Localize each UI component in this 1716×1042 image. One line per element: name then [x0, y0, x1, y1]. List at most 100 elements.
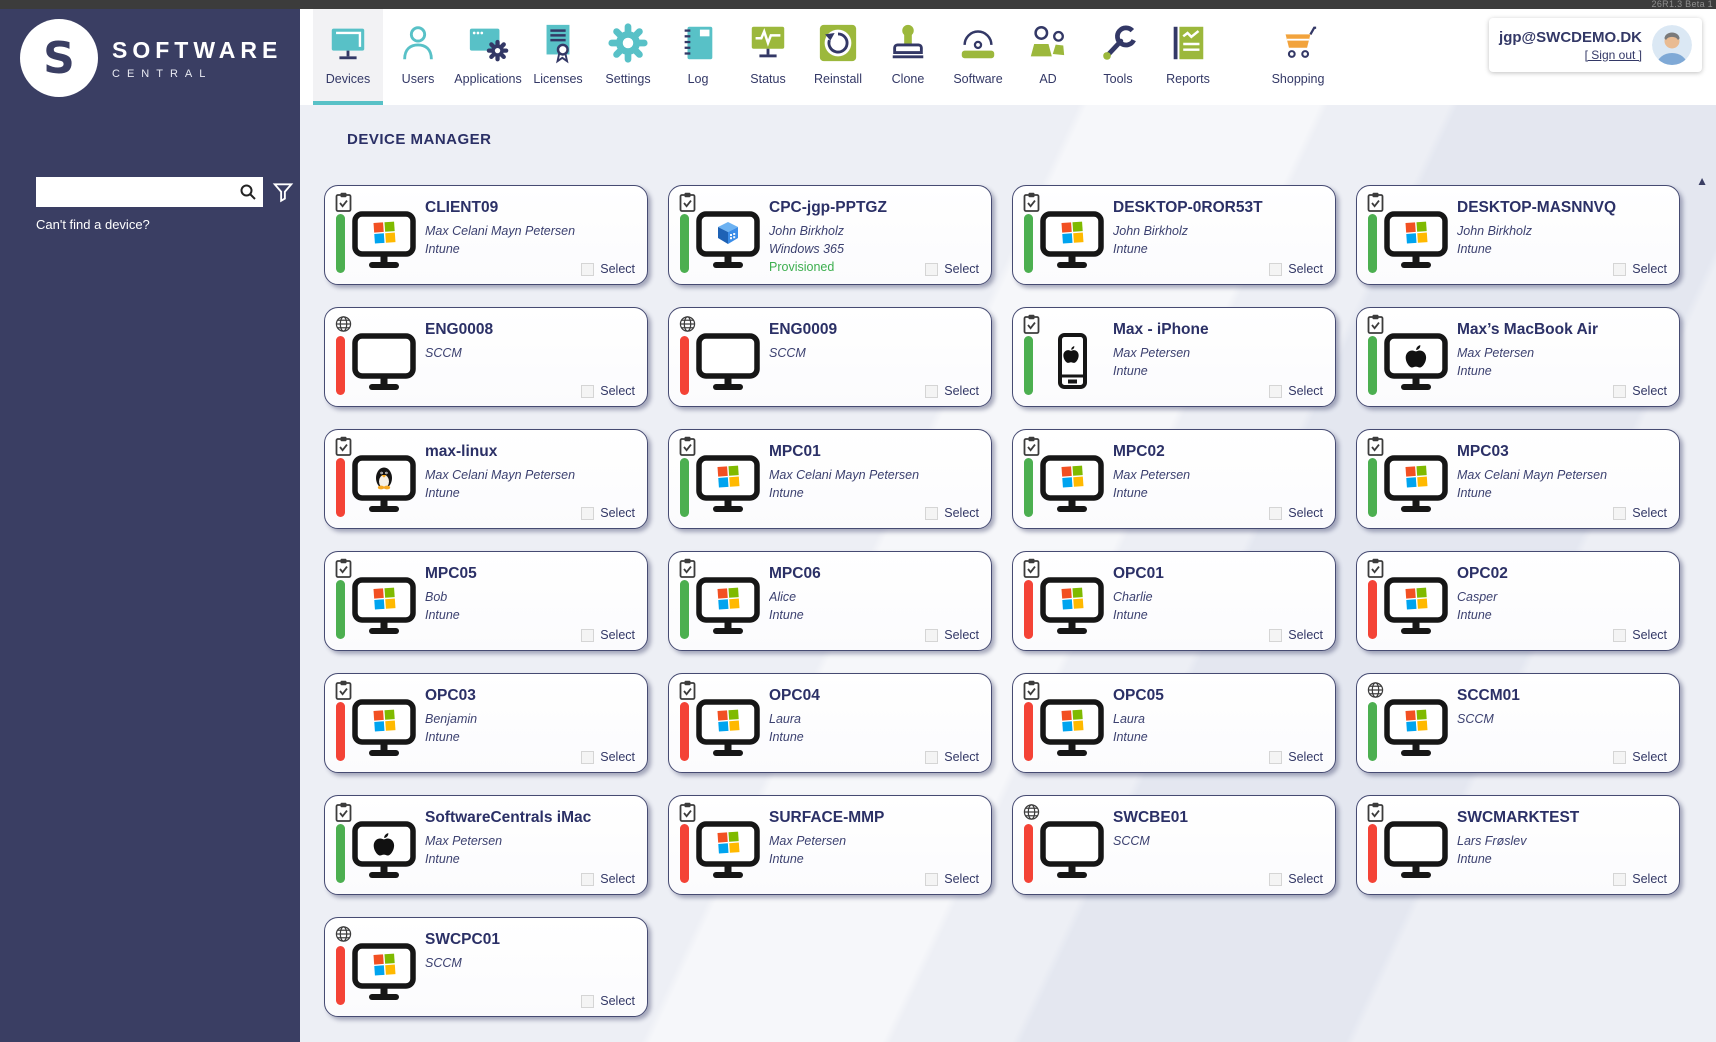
select-checkbox[interactable]	[581, 263, 594, 276]
tab-users[interactable]: Users	[383, 9, 453, 105]
select-checkbox[interactable]	[1269, 385, 1282, 398]
select-checkbox[interactable]	[1269, 751, 1282, 764]
device-card[interactable]: SCCM01 SCCM Select	[1356, 673, 1680, 773]
select-device[interactable]: Select	[1269, 262, 1323, 276]
tab-reinstall[interactable]: Reinstall	[803, 9, 873, 105]
select-device[interactable]: Select	[1613, 384, 1667, 398]
scroll-up-icon[interactable]: ▲	[1696, 175, 1708, 187]
device-card[interactable]: MPC02 Max Petersen Intune Select	[1012, 429, 1336, 529]
select-checkbox[interactable]	[1613, 385, 1626, 398]
tab-ad[interactable]: AD	[1013, 9, 1083, 105]
select-checkbox[interactable]	[581, 995, 594, 1008]
select-device[interactable]: Select	[1269, 506, 1323, 520]
device-card[interactable]: OPC05 Laura Intune Select	[1012, 673, 1336, 773]
tab-label: Devices	[326, 72, 370, 86]
select-checkbox[interactable]	[925, 873, 938, 886]
device-card[interactable]: DESKTOP-MASNNVQ John Birkholz Intune Sel…	[1356, 185, 1680, 285]
select-checkbox[interactable]	[1269, 873, 1282, 886]
select-device[interactable]: Select	[581, 750, 635, 764]
select-device[interactable]: Select	[925, 750, 979, 764]
tab-licenses[interactable]: Licenses	[523, 9, 593, 105]
select-device[interactable]: Select	[925, 872, 979, 886]
select-device[interactable]: Select	[1613, 750, 1667, 764]
select-device[interactable]: Select	[925, 262, 979, 276]
device-card[interactable]: SoftwareCentrals iMac Max Petersen Intun…	[324, 795, 648, 895]
windows-device-icon	[1384, 455, 1448, 515]
select-checkbox[interactable]	[581, 629, 594, 642]
select-checkbox[interactable]	[925, 263, 938, 276]
device-card[interactable]: ENG0009 SCCM Select	[668, 307, 992, 407]
select-checkbox[interactable]	[1613, 873, 1626, 886]
tab-software[interactable]: Software	[943, 9, 1013, 105]
select-checkbox[interactable]	[1269, 263, 1282, 276]
device-card[interactable]: MPC03 Max Celani Mayn Petersen Intune Se…	[1356, 429, 1680, 529]
select-device[interactable]: Select	[581, 262, 635, 276]
device-card[interactable]: SURFACE-MMP Max Petersen Intune Select	[668, 795, 992, 895]
device-card[interactable]: OPC02 Casper Intune Select	[1356, 551, 1680, 651]
select-device[interactable]: Select	[581, 384, 635, 398]
select-device[interactable]: Select	[925, 506, 979, 520]
device-card[interactable]: CLIENT09 Max Celani Mayn Petersen Intune…	[324, 185, 648, 285]
select-checkbox[interactable]	[1613, 629, 1626, 642]
select-checkbox[interactable]	[925, 629, 938, 642]
device-card[interactable]: SWCBE01 SCCM Select	[1012, 795, 1336, 895]
select-checkbox[interactable]	[1613, 507, 1626, 520]
search-icon[interactable]	[239, 183, 257, 201]
tab-status[interactable]: Status	[733, 9, 803, 105]
shopping-icon	[1277, 22, 1319, 64]
select-device[interactable]: Select	[581, 872, 635, 886]
select-checkbox[interactable]	[581, 751, 594, 764]
tab-applications[interactable]: Applications	[453, 9, 523, 105]
tab-settings[interactable]: Settings	[593, 9, 663, 105]
device-card[interactable]: OPC03 Benjamin Intune Select	[324, 673, 648, 773]
device-card[interactable]: SWCPC01 SCCM Select	[324, 917, 648, 1017]
select-checkbox[interactable]	[925, 751, 938, 764]
device-card[interactable]: MPC01 Max Celani Mayn Petersen Intune Se…	[668, 429, 992, 529]
tab-shopping[interactable]: Shopping	[1263, 9, 1333, 105]
filter-icon[interactable]	[272, 181, 294, 203]
tab-clone[interactable]: Clone	[873, 9, 943, 105]
select-device[interactable]: Select	[581, 994, 635, 1008]
device-card[interactable]: OPC01 Charlie Intune Select	[1012, 551, 1336, 651]
sign-out-link[interactable]: [ Sign out ]	[1585, 48, 1642, 62]
device-card[interactable]: CPC-jgp-PPTGZ John Birkholz Windows 365 …	[668, 185, 992, 285]
select-device[interactable]: Select	[1269, 384, 1323, 398]
device-card[interactable]: MPC06 Alice Intune Select	[668, 551, 992, 651]
select-device[interactable]: Select	[1613, 628, 1667, 642]
select-device[interactable]: Select	[1269, 872, 1323, 886]
tab-log[interactable]: Log	[663, 9, 733, 105]
device-card[interactable]: MPC05 Bob Intune Select	[324, 551, 648, 651]
search-input[interactable]	[36, 177, 263, 207]
cant-find-device-link[interactable]: Can't find a device?	[36, 217, 150, 232]
select-checkbox[interactable]	[1613, 263, 1626, 276]
device-card[interactable]: SWCMARKTEST Lars Frøslev Intune Select	[1356, 795, 1680, 895]
select-checkbox[interactable]	[1269, 507, 1282, 520]
select-checkbox[interactable]	[581, 385, 594, 398]
select-device[interactable]: Select	[925, 384, 979, 398]
select-checkbox[interactable]	[925, 507, 938, 520]
tab-devices[interactable]: Devices	[313, 9, 383, 105]
device-card[interactable]: DESKTOP-0ROR53T John Birkholz Intune Sel…	[1012, 185, 1336, 285]
select-device[interactable]: Select	[1269, 750, 1323, 764]
select-device[interactable]: Select	[1613, 262, 1667, 276]
select-device[interactable]: Select	[581, 628, 635, 642]
device-card[interactable]: Max - iPhone Max Petersen Intune Select	[1012, 307, 1336, 407]
select-device[interactable]: Select	[581, 506, 635, 520]
tab-reports[interactable]: Reports	[1153, 9, 1223, 105]
tab-tools[interactable]: Tools	[1083, 9, 1153, 105]
device-card[interactable]: ENG0008 SCCM Select	[324, 307, 648, 407]
select-checkbox[interactable]	[581, 873, 594, 886]
select-device[interactable]: Select	[1613, 872, 1667, 886]
select-device[interactable]: Select	[1269, 628, 1323, 642]
select-checkbox[interactable]	[925, 385, 938, 398]
select-device[interactable]: Select	[925, 628, 979, 642]
select-checkbox[interactable]	[581, 507, 594, 520]
device-card[interactable]: OPC04 Laura Intune Select	[668, 673, 992, 773]
clipboard-check-icon	[679, 192, 696, 212]
select-checkbox[interactable]	[1613, 751, 1626, 764]
clipboard-check-icon	[1367, 192, 1384, 212]
device-card[interactable]: max-linux Max Celani Mayn Petersen Intun…	[324, 429, 648, 529]
select-checkbox[interactable]	[1269, 629, 1282, 642]
device-card[interactable]: Max’s MacBook Air Max Petersen Intune Se…	[1356, 307, 1680, 407]
select-device[interactable]: Select	[1613, 506, 1667, 520]
